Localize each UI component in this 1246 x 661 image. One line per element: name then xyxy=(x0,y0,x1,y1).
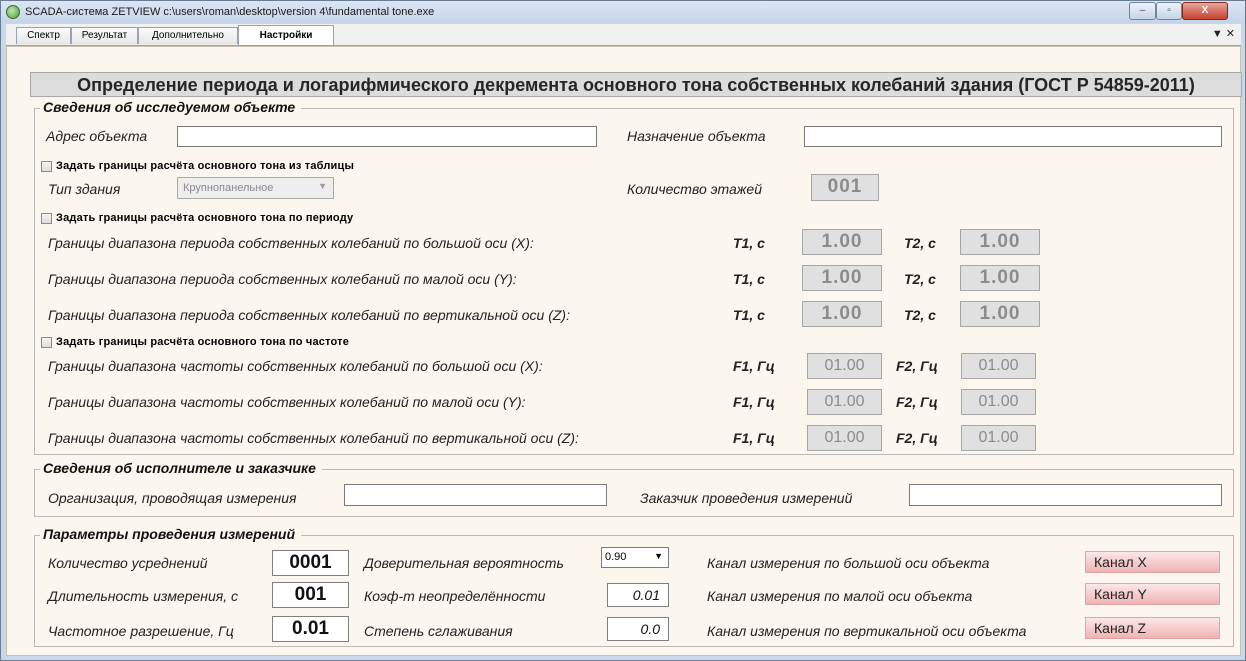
address-label: Адрес объекта xyxy=(46,128,148,144)
header-bar: Определение периода и логарифмического д… xyxy=(30,72,1242,97)
confidence-value: 0.90 xyxy=(605,551,627,563)
page-title: Определение периода и логарифмического д… xyxy=(77,75,1195,95)
period-z-t2-label: T2, с xyxy=(904,307,936,323)
channel-x-label: Канал измерения по большой оси объекта xyxy=(707,555,990,571)
chevron-down-icon: ▼ xyxy=(318,181,327,191)
building-type-value: Крупнопанельное xyxy=(183,182,274,194)
floors-field[interactable]: 001 xyxy=(811,174,879,201)
resolution-field[interactable]: 0.01 xyxy=(272,616,349,642)
app-icon xyxy=(6,5,20,19)
period-row-y-label: Границы диапазона периода собственных ко… xyxy=(48,271,517,287)
duration-label: Длительность измерения, с xyxy=(48,588,239,604)
tab-spectrum[interactable]: Спектр xyxy=(16,27,71,44)
smoothing-label: Степень сглаживания xyxy=(364,623,513,639)
purpose-input[interactable] xyxy=(804,126,1222,147)
tab-additional[interactable]: Дополнительно xyxy=(138,27,238,44)
averaging-field[interactable]: 0001 xyxy=(272,550,349,576)
freq-y-f1-field[interactable]: 01.00 xyxy=(807,389,882,415)
confidence-label: Доверительная вероятность xyxy=(364,555,564,571)
org-label: Организация, проводящая измерения xyxy=(48,490,297,506)
freq-z-f1-label: F1, Гц xyxy=(733,430,775,446)
freq-z-f2-label: F2, Гц xyxy=(896,430,938,446)
freq-row-y-label: Границы диапазона частоты собственных ко… xyxy=(48,394,526,410)
period-z-t1-field[interactable]: 1.00 xyxy=(802,301,882,327)
table-bounds-checkbox[interactable] xyxy=(41,161,52,172)
period-x-t1-label: T1, с xyxy=(733,235,765,251)
period-z-t2-field[interactable]: 1.00 xyxy=(960,301,1040,327)
period-y-t1-field[interactable]: 1.00 xyxy=(802,265,882,291)
freq-row-x-label: Границы диапазона частоты собственных ко… xyxy=(48,358,543,374)
freq-x-f2-field[interactable]: 01.00 xyxy=(961,353,1036,379)
app-window: SCADA-система ZETVIEW c:\users\roman\des… xyxy=(0,0,1246,661)
period-y-t1-label: T1, с xyxy=(733,271,765,287)
channel-x-button[interactable]: Канал X xyxy=(1085,551,1220,573)
freq-row-z-label: Границы диапазона частоты собственных ко… xyxy=(48,430,579,446)
freq-z-f2-field[interactable]: 01.00 xyxy=(961,425,1036,451)
period-bounds-label: Задать границы расчёта основного тона по… xyxy=(56,212,354,224)
freq-y-f2-label: F2, Гц xyxy=(896,394,938,410)
period-y-t2-field[interactable]: 1.00 xyxy=(960,265,1040,291)
period-x-t2-field[interactable]: 1.00 xyxy=(960,229,1040,255)
minimize-button[interactable]: – xyxy=(1129,2,1156,20)
tab-result[interactable]: Результат xyxy=(71,27,138,44)
window-title: SCADA-система ZETVIEW c:\users\roman\des… xyxy=(25,6,435,18)
floors-label: Количество этажей xyxy=(627,181,763,197)
averaging-label: Количество усреднений xyxy=(48,555,208,571)
freq-bounds-checkbox[interactable] xyxy=(41,337,52,348)
freq-y-f1-label: F1, Гц xyxy=(733,394,775,410)
maximize-button[interactable]: ▫ xyxy=(1156,2,1182,20)
building-type-select[interactable]: Крупнопанельное ▼ xyxy=(177,177,334,199)
uncertainty-label: Коэф-т неопределённости xyxy=(364,588,546,604)
customer-input[interactable] xyxy=(909,484,1222,506)
freq-x-f1-label: F1, Гц xyxy=(733,358,775,374)
channel-y-label: Канал измерения по малой оси объекта xyxy=(707,588,973,604)
building-type-label: Тип здания xyxy=(48,181,121,197)
period-x-t2-label: T2, с xyxy=(904,235,936,251)
freq-y-f2-field[interactable]: 01.00 xyxy=(961,389,1036,415)
tab-menu-icon[interactable]: ▼ ✕ xyxy=(1212,27,1235,40)
tab-strip: Спектр Результат Дополнительно Настройки… xyxy=(6,24,1241,46)
freq-x-f2-label: F2, Гц xyxy=(896,358,938,374)
object-legend: Сведения об исследуемом объекте xyxy=(40,99,302,115)
period-bounds-checkbox[interactable] xyxy=(41,213,52,224)
customer-label: Заказчик проведения измерений xyxy=(640,490,853,506)
duration-field[interactable]: 001 xyxy=(272,582,349,608)
period-y-t2-label: T2, с xyxy=(904,271,936,287)
freq-bounds-label: Задать границы расчёта основного тона по… xyxy=(56,336,350,348)
org-input[interactable] xyxy=(344,484,607,506)
period-x-t1-field[interactable]: 1.00 xyxy=(802,229,882,255)
freq-x-f1-field[interactable]: 01.00 xyxy=(807,353,882,379)
table-bounds-label: Задать границы расчёта основного тона из… xyxy=(56,160,355,172)
tab-settings[interactable]: Настройки xyxy=(238,25,334,45)
executor-legend: Сведения об исполнителе и заказчике xyxy=(40,460,322,476)
title-bar: SCADA-система ZETVIEW c:\users\roman\des… xyxy=(1,1,1245,23)
uncertainty-field[interactable]: 0.01 xyxy=(607,583,669,607)
resolution-label: Частотное разрешение, Гц xyxy=(48,623,234,639)
close-button[interactable]: X xyxy=(1182,2,1228,20)
channel-y-button[interactable]: Канал Y xyxy=(1085,583,1220,605)
channel-z-button[interactable]: Канал Z xyxy=(1085,617,1220,639)
chevron-down-icon: ▼ xyxy=(654,551,663,561)
settings-panel: Определение периода и логарифмического д… xyxy=(6,46,1242,656)
address-input[interactable] xyxy=(177,126,597,147)
period-row-z-label: Границы диапазона периода собственных ко… xyxy=(48,307,570,323)
freq-z-f1-field[interactable]: 01.00 xyxy=(807,425,882,451)
purpose-label: Назначение объекта xyxy=(627,128,766,144)
confidence-select[interactable]: 0.90 ▼ xyxy=(601,547,669,568)
period-row-x-label: Границы диапазона периода собственных ко… xyxy=(48,235,534,251)
channel-z-label: Канал измерения по вертикальной оси объе… xyxy=(707,623,1027,639)
smoothing-field[interactable]: 0.0 xyxy=(607,617,669,641)
params-legend: Параметры проведения измерений xyxy=(40,526,302,542)
period-z-t1-label: T1, с xyxy=(733,307,765,323)
